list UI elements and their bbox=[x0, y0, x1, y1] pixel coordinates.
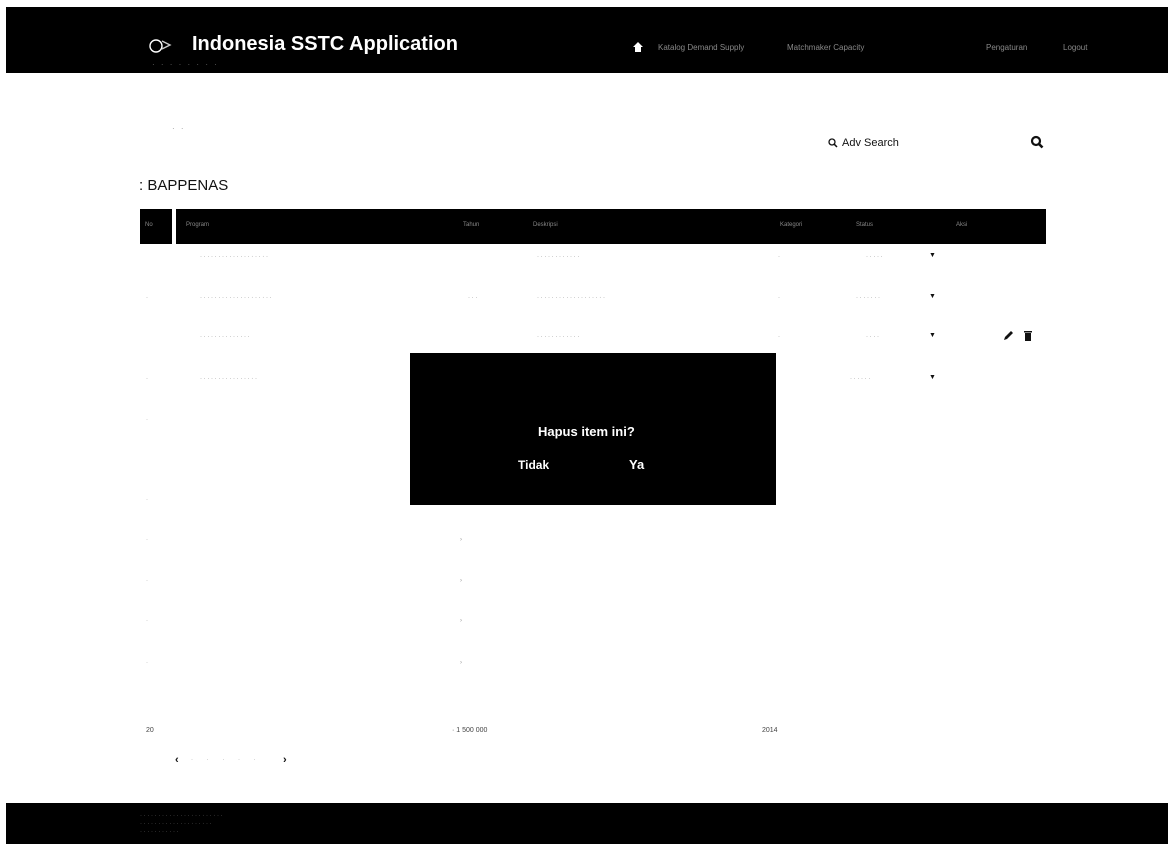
last-row-budget: · 1 500 000 bbox=[452, 727, 488, 734]
header-description[interactable]: Deskripsi bbox=[533, 222, 558, 228]
app-subtitle: · · · · · · · · bbox=[152, 60, 219, 69]
row-index: · bbox=[146, 497, 148, 503]
cancel-button[interactable]: Tidak bbox=[518, 458, 549, 472]
status-dropdown-toggle[interactable]: ▼ bbox=[929, 252, 936, 259]
breadcrumb: · · bbox=[172, 124, 186, 133]
confirm-dialog: Hapus item ini? Tidak Ya bbox=[410, 353, 776, 505]
last-row-no: 20 bbox=[146, 727, 154, 734]
pagination-pages[interactable]: · · · · · bbox=[191, 757, 262, 763]
chevron-left-icon[interactable]: ‹ bbox=[175, 754, 179, 766]
logo-icon bbox=[149, 39, 172, 53]
status-dropdown-toggle[interactable]: ▼ bbox=[929, 293, 936, 300]
dialog-message: Hapus item ini? bbox=[538, 424, 635, 439]
row-value: › bbox=[460, 578, 462, 584]
delete-icon[interactable] bbox=[1022, 330, 1034, 342]
nav-link-settings[interactable]: Pengaturan bbox=[986, 43, 1027, 52]
row-value: › bbox=[460, 618, 462, 624]
adv-search-label: Adv Search bbox=[842, 137, 899, 149]
nav-link-catalog[interactable]: Katalog Demand Supply bbox=[658, 43, 744, 52]
chevron-right-icon[interactable]: › bbox=[283, 754, 287, 766]
footer: · · · · · · · · · · · · · · · · · · · · … bbox=[6, 803, 1168, 844]
magnifier-icon bbox=[828, 138, 838, 148]
row-index: · bbox=[146, 417, 148, 423]
last-row-year: 2014 bbox=[762, 727, 778, 734]
table-header: Program Tahun Deskripsi Kategori Status … bbox=[176, 209, 1046, 244]
edit-icon[interactable] bbox=[1003, 330, 1014, 341]
header-status[interactable]: Status bbox=[856, 222, 873, 228]
header-actions: Aksi bbox=[956, 222, 968, 228]
header-category[interactable]: Kategori bbox=[780, 222, 802, 228]
nav-link-matchmaker[interactable]: Matchmaker Capacity bbox=[787, 43, 864, 52]
status-dropdown-toggle[interactable]: ▼ bbox=[929, 374, 936, 381]
status-dropdown-toggle[interactable]: ▼ bbox=[929, 332, 936, 339]
row-index: · bbox=[146, 660, 148, 666]
confirm-button[interactable]: Ya bbox=[629, 457, 644, 472]
row-index: · bbox=[146, 537, 148, 543]
row-value: › bbox=[460, 660, 462, 666]
row-index: · bbox=[146, 578, 148, 584]
page-title: : BAPPENAS bbox=[139, 177, 229, 194]
header-year[interactable]: Tahun bbox=[463, 222, 479, 228]
adv-search-button[interactable]: Adv Search bbox=[828, 137, 899, 149]
header-program[interactable]: Program bbox=[186, 222, 209, 228]
top-navbar: Indonesia SSTC Application · · · · · · ·… bbox=[6, 7, 1168, 73]
home-icon[interactable] bbox=[632, 41, 644, 53]
nav-link-logout[interactable]: Logout bbox=[1063, 43, 1087, 52]
search-icon[interactable] bbox=[1030, 135, 1044, 149]
row-index: · bbox=[146, 618, 148, 624]
table-header-no: No bbox=[140, 209, 172, 244]
app-title[interactable]: Indonesia SSTC Application bbox=[192, 33, 458, 56]
row-value: › bbox=[460, 537, 462, 543]
